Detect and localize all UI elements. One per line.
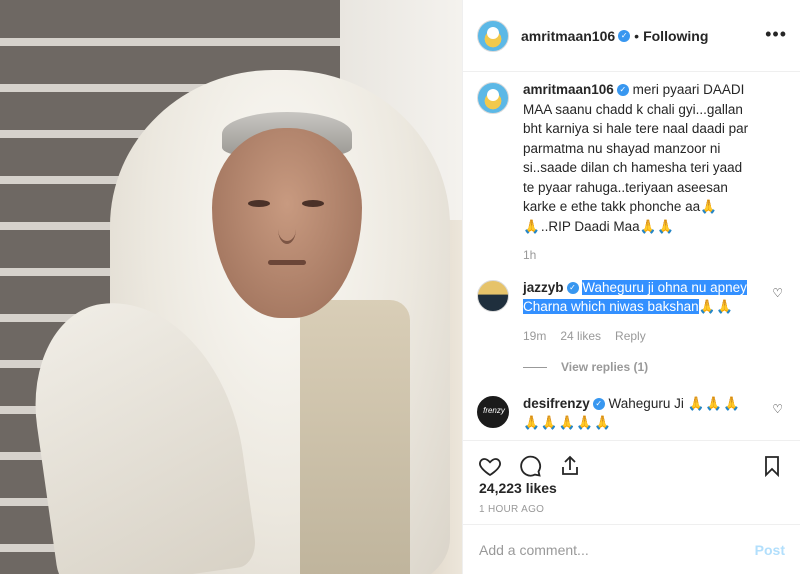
- caption-emoji-end: 🙏🙏: [639, 218, 676, 234]
- comment-time[interactable]: 19m: [523, 327, 546, 347]
- right-eye: [302, 200, 324, 207]
- commenter-username[interactable]: desifrenzy: [523, 396, 590, 411]
- caption-text: meri pyaari DAADI MAA saanu chadd k chal…: [523, 82, 749, 214]
- verified-icon: ✓: [592, 397, 605, 410]
- post-photo[interactable]: [0, 0, 462, 574]
- separator-dot: •: [634, 27, 640, 44]
- verified-icon: ✓: [616, 84, 629, 97]
- comment-row: frenzy desifrenzy ✓ Waheguru Ji 🙏🙏🙏🙏🙏🙏🙏🙏 …: [463, 394, 800, 433]
- author-username[interactable]: amritmaan106: [521, 28, 615, 44]
- author-name-row: amritmaan106 ✓ • Following: [521, 28, 708, 44]
- caption-text-end: ..RIP Daadi Maa: [540, 218, 640, 234]
- commenter-avatar[interactable]: frenzy: [477, 395, 509, 428]
- comment-body: jazzyb ✓ Waheguru ji ohna nu apney Charna…: [523, 278, 755, 378]
- comment-body: desifrenzy ✓ Waheguru Ji 🙏🙏🙏🙏🙏🙏🙏🙏: [523, 394, 755, 433]
- post-header: amritmaan106 ✓ • Following •••: [463, 0, 800, 72]
- verified-icon: ✓: [566, 281, 579, 294]
- caption-body: amritmaan106 ✓ meri pyaari DAADI MAA saan…: [523, 80, 755, 266]
- view-replies-label: View replies (1): [561, 360, 649, 374]
- bookmark-icon[interactable]: [759, 453, 785, 479]
- heart-icon[interactable]: ♡: [772, 402, 783, 416]
- comment-meta: 19m 24 likes Reply: [523, 327, 755, 347]
- left-eye: [248, 200, 270, 207]
- post-comment-button[interactable]: Post: [755, 542, 785, 558]
- avatar-face: [487, 89, 499, 101]
- more-options-icon[interactable]: •••: [765, 24, 787, 45]
- avatar-logo-text: frenzy: [483, 405, 505, 415]
- comment-icon[interactable]: [517, 453, 543, 479]
- comment-composer: Post: [463, 524, 800, 574]
- comment-emoji: 🙏🙏: [698, 299, 735, 314]
- comment-text: Waheguru Ji: [608, 395, 684, 411]
- avatar-face: [487, 26, 499, 39]
- caption-avatar[interactable]: [477, 82, 509, 114]
- share-icon[interactable]: [557, 453, 583, 479]
- view-replies-button[interactable]: View replies (1): [523, 358, 755, 378]
- following-button[interactable]: Following: [643, 28, 708, 44]
- comment-row: jazzyb ✓ Waheguru ji ohna nu apney Charna…: [463, 278, 800, 378]
- comments-list[interactable]: amritmaan106 ✓ meri pyaari DAADI MAA saan…: [463, 80, 800, 440]
- reply-button[interactable]: Reply: [615, 327, 646, 347]
- replies-line: [523, 367, 547, 369]
- caption-time[interactable]: 1h: [523, 246, 536, 266]
- heart-icon[interactable]: [477, 453, 503, 479]
- author-avatar[interactable]: [477, 19, 509, 52]
- caption-username[interactable]: amritmaan106: [523, 82, 614, 97]
- add-comment-input[interactable]: [479, 541, 755, 558]
- heart-icon[interactable]: ♡: [772, 286, 783, 300]
- nose: [278, 214, 296, 244]
- verified-icon: ✓: [618, 29, 631, 42]
- caption-row: amritmaan106 ✓ meri pyaari DAADI MAA saan…: [463, 80, 800, 266]
- comment-likes[interactable]: 24 likes: [560, 327, 601, 347]
- commenter-avatar[interactable]: [477, 279, 509, 312]
- post-side-panel: amritmaan106 ✓ • Following ••• amritmaan…: [462, 0, 800, 574]
- action-bar: [463, 440, 800, 484]
- like-count[interactable]: 24,223 likes: [479, 480, 557, 496]
- instagram-post: amritmaan106 ✓ • Following ••• amritmaan…: [0, 0, 800, 574]
- post-time[interactable]: 1 HOUR AGO: [479, 504, 544, 515]
- mouth: [268, 260, 306, 265]
- caption-meta: 1h: [523, 246, 755, 266]
- beige-suit: [300, 300, 410, 574]
- commenter-username[interactable]: jazzyb: [523, 280, 564, 295]
